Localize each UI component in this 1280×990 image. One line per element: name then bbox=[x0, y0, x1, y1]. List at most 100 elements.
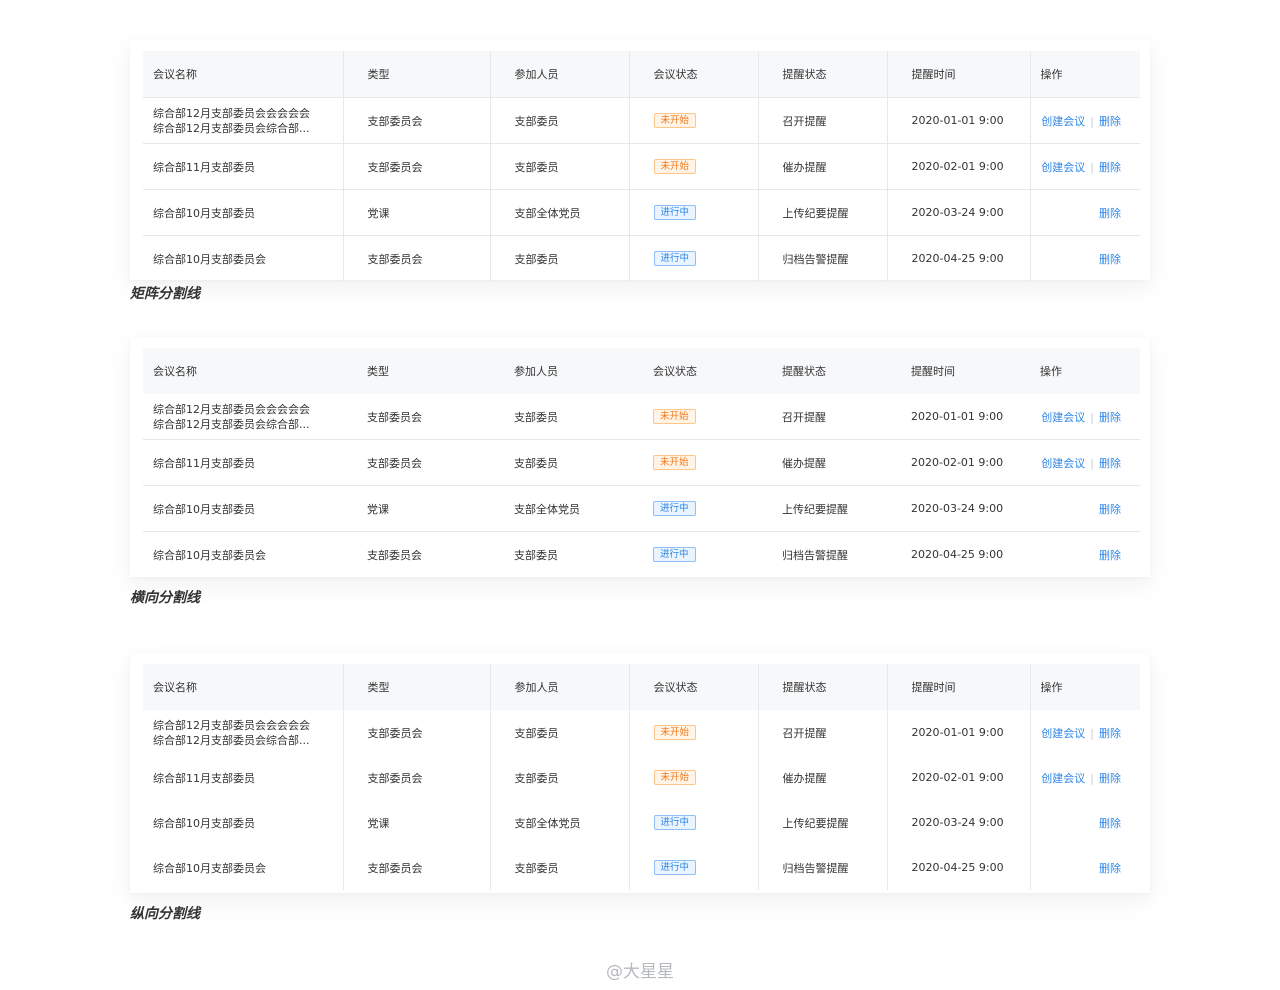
cell-type: 党课 bbox=[343, 189, 491, 236]
delete-link[interactable]: 删除 bbox=[1099, 862, 1121, 875]
cell-name: 综合部10月支部委员 bbox=[143, 800, 344, 845]
cell-participants: 支部委员 bbox=[490, 845, 630, 890]
create-meeting-link[interactable]: 创建会议 bbox=[1041, 411, 1085, 424]
header-operation: 操作 bbox=[1030, 51, 1140, 98]
cell-name: 综合部10月支部委员 bbox=[143, 485, 343, 532]
cell-status: 未开始 bbox=[629, 394, 758, 440]
header-operation: 操作 bbox=[1030, 664, 1140, 710]
header-meeting-status: 会议状态 bbox=[629, 348, 758, 394]
status-badge: 未开始 bbox=[653, 725, 697, 740]
cell-participants: 支部委员 bbox=[490, 755, 630, 800]
table-row: 综合部11月支部委员 支部委员会 支部委员 未开始 催办提醒 2020-02-0… bbox=[143, 439, 1140, 486]
cell-reminder: 归档告警提醒 bbox=[758, 235, 888, 281]
cell-name: 综合部10月支部委员会 bbox=[153, 548, 266, 562]
cell-type: 支部委员会 bbox=[343, 439, 490, 486]
meeting-table-horizontal: 会议名称 类型 参加人员 会议状态 提醒状态 提醒时间 操作 综合部12月支部委… bbox=[143, 348, 1140, 577]
cell-type: 支部委员会 bbox=[343, 235, 491, 281]
cell-name: 综合部11月支部委员 bbox=[143, 755, 344, 800]
delete-link[interactable]: 删除 bbox=[1099, 411, 1121, 424]
cell-status: 进行中 bbox=[629, 189, 759, 236]
cell-operation: 创建会议 | 删除 bbox=[1041, 726, 1121, 740]
cell-name: 综合部11月支部委员 bbox=[143, 143, 344, 190]
cell-name: 综合部12月支部委员会会会会会 综合部12月支部委员会综合部... bbox=[143, 394, 343, 440]
delete-link[interactable]: 删除 bbox=[1099, 115, 1121, 128]
status-badge: 进行中 bbox=[653, 501, 696, 516]
cell-participants: 支部委员 bbox=[490, 143, 630, 190]
table-row: 综合部10月支部委员 党课 支部全体党员 进行中 上传纪要提醒 2020-03-… bbox=[143, 485, 1140, 532]
header-reminder-time: 提醒时间 bbox=[887, 348, 1030, 394]
create-meeting-link[interactable]: 创建会议 bbox=[1041, 161, 1085, 174]
cell-operation: 删除 bbox=[1030, 485, 1140, 532]
header-type: 类型 bbox=[343, 664, 491, 710]
cell-reminder: 归档告警提醒 bbox=[782, 548, 848, 562]
cell-reminder: 召开提醒 bbox=[758, 710, 888, 755]
header-type: 类型 bbox=[343, 51, 491, 98]
cell-reminder: 催办提醒 bbox=[758, 439, 887, 486]
table-row: 综合部11月支部委员 支部委员会 支部委员 未开始 催办提醒 2020-02-0… bbox=[143, 755, 1140, 800]
cell-reminder: 归档告警提醒 bbox=[758, 845, 888, 890]
delete-link[interactable]: 删除 bbox=[1099, 772, 1121, 785]
status-badge: 未开始 bbox=[653, 159, 697, 174]
cell-time: 2020-02-01 9:00 bbox=[887, 143, 1031, 190]
cell-name: 综合部10月支部委员会 bbox=[143, 235, 344, 281]
cell-type: 支部委员会 bbox=[367, 548, 422, 562]
delete-link[interactable]: 删除 bbox=[1099, 817, 1121, 830]
delete-link[interactable]: 删除 bbox=[1099, 253, 1121, 266]
table-row: 综合部12月支部委员会会会会会 综合部12月支部委员会综合部... 支部委员会 支… bbox=[143, 97, 1140, 144]
header-meeting-status: 会议状态 bbox=[629, 51, 759, 98]
cell-status: 未开始 bbox=[629, 710, 759, 755]
delete-link[interactable]: 删除 bbox=[1099, 457, 1121, 470]
cell-status: 进行中 bbox=[629, 845, 759, 890]
cell-operation: 删除 bbox=[1030, 845, 1140, 890]
cell-participants: 支部全体党员 bbox=[490, 485, 629, 532]
cell-type: 党课 bbox=[343, 485, 490, 532]
delete-link[interactable]: 删除 bbox=[1099, 207, 1121, 220]
cell-status: 进行中 bbox=[629, 800, 759, 845]
cell-name: 综合部10月支部委员 bbox=[143, 189, 344, 236]
create-meeting-link[interactable]: 创建会议 bbox=[1041, 727, 1085, 740]
cell-type: 支部委员会 bbox=[343, 394, 490, 440]
delete-link[interactable]: 删除 bbox=[1099, 161, 1121, 174]
cell-time: 2020-04-25 9:00 bbox=[911, 548, 1004, 561]
cell-reminder: 召开提醒 bbox=[758, 394, 887, 440]
cell-operation: 创建会议 | 删除 bbox=[1030, 394, 1140, 440]
cell-participants: 支部委员 bbox=[514, 548, 558, 562]
status-badge: 进行中 bbox=[653, 815, 697, 830]
delete-link[interactable]: 删除 bbox=[1099, 503, 1121, 516]
header-participants: 参加人员 bbox=[490, 348, 629, 394]
header-reminder-status: 提醒状态 bbox=[758, 51, 888, 98]
status-badge: 未开始 bbox=[653, 455, 696, 470]
cell-operation: 删除 bbox=[1030, 236, 1140, 282]
cell-time: 2020-04-25 9:00 bbox=[887, 235, 1031, 281]
header-reminder-time: 提醒时间 bbox=[887, 664, 1031, 710]
cell-time: 2020-03-24 9:00 bbox=[887, 800, 1031, 845]
create-meeting-link[interactable]: 创建会议 bbox=[1041, 772, 1085, 785]
delete-link[interactable]: 删除 bbox=[1099, 549, 1121, 562]
create-meeting-link[interactable]: 创建会议 bbox=[1041, 115, 1085, 128]
table-row: 综合部10月支部委员 党课 支部全体党员 进行中 上传纪要提醒 2020-03-… bbox=[143, 800, 1140, 845]
create-meeting-link[interactable]: 创建会议 bbox=[1041, 457, 1085, 470]
cell-operation: 创建会议 | 删除 bbox=[1030, 97, 1140, 144]
table-row: 综合部12月支部委员会会会会会 综合部12月支部委员会综合部... 支部委员会 支… bbox=[143, 710, 1140, 755]
table-row: 综合部10月支部委员会 支部委员会 支部委员 进行中 归档告警提醒 2020-0… bbox=[143, 845, 1140, 890]
table-card-vertical: 会议名称 类型 参加人员 会议状态 提醒状态 提醒时间 操作 综合部12月支部委… bbox=[130, 653, 1150, 893]
cell-time: 2020-02-01 9:00 bbox=[887, 439, 1030, 486]
cell-time: 2020-01-01 9:00 bbox=[887, 710, 1031, 755]
table-header-row: 会议名称 类型 参加人员 会议状态 提醒状态 提醒时间 操作 bbox=[143, 51, 1140, 98]
cell-status: 进行中 bbox=[629, 235, 759, 281]
cell-time: 2020-02-01 9:00 bbox=[887, 755, 1031, 800]
cell-status: 未开始 bbox=[629, 439, 758, 486]
meeting-table-vertical: 会议名称 类型 参加人员 会议状态 提醒状态 提醒时间 操作 综合部12月支部委… bbox=[143, 664, 1140, 890]
header-operation: 操作 bbox=[1030, 348, 1140, 394]
cell-participants: 支部全体党员 bbox=[490, 800, 630, 845]
cell-participants: 支部委员 bbox=[490, 710, 630, 755]
status-badge: 进行中 bbox=[653, 251, 697, 266]
header-name: 会议名称 bbox=[143, 664, 344, 710]
header-name: 会议名称 bbox=[143, 51, 344, 98]
status-badge: 进行中 bbox=[653, 205, 697, 220]
cell-reminder: 上传纪要提醒 bbox=[758, 485, 887, 532]
status-badge: 进行中 bbox=[653, 860, 697, 875]
delete-link[interactable]: 删除 bbox=[1099, 727, 1121, 740]
cell-status: 未开始 bbox=[629, 97, 759, 144]
table-card-horizontal: 会议名称 类型 参加人员 会议状态 提醒状态 提醒时间 操作 综合部12月支部委… bbox=[130, 337, 1150, 577]
